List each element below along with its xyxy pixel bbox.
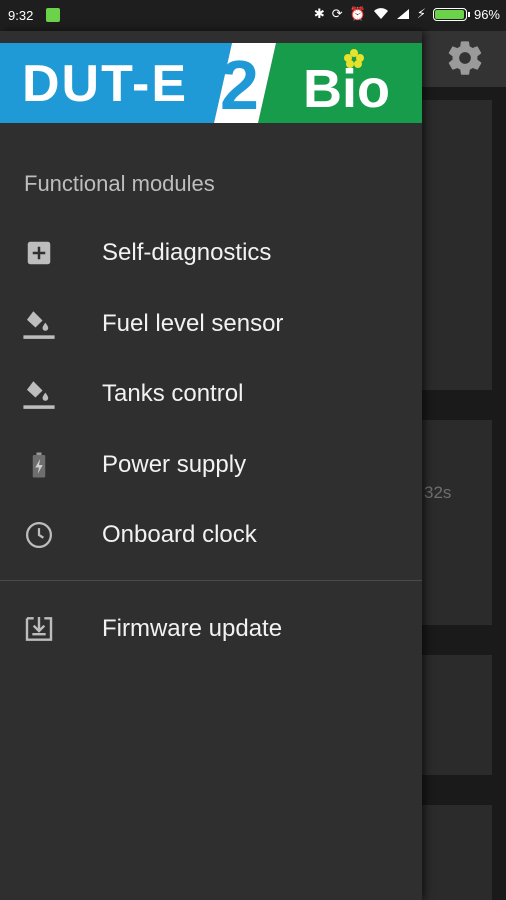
logo-text-middle: 2 (220, 46, 259, 123)
menu-item-label: Fuel level sensor (102, 310, 284, 337)
logo-text-left: DUT-E (22, 55, 188, 113)
paint-bucket-icon (22, 377, 56, 411)
menu-item-self-diagnostics[interactable]: Self-diagnostics (0, 218, 422, 288)
menu-item-label: Firmware update (102, 615, 283, 642)
menu-item-onboard-clock[interactable]: Onboard clock (0, 500, 422, 570)
background-card (422, 420, 492, 625)
menu-item-firmware-update[interactable]: Firmware update (0, 594, 422, 664)
screen: 32s 9:32 ✱ ⟳ ⏰ ⚡ 96% DUT-E 2 Bio Functio… (0, 0, 506, 900)
battery-icon (432, 7, 470, 21)
app-logo: DUT-E 2 Bio (0, 43, 422, 123)
status-time: 9:32 (8, 8, 34, 23)
menu-item-label: Onboard clock (102, 521, 257, 548)
clock-icon (22, 518, 56, 552)
alarm-icon: ⏰ (349, 6, 366, 21)
paint-bucket-icon (22, 307, 56, 341)
settings-gear-icon[interactable] (445, 38, 485, 78)
navigation-drawer: DUT-E 2 Bio Functional modules Self-diag… (0, 31, 422, 900)
plus-box-icon (22, 236, 56, 270)
status-icons: ✱ ⟳ ⏰ ⚡ 96% (314, 6, 500, 22)
status-bar: 9:32 ✱ ⟳ ⏰ ⚡ 96% (0, 0, 506, 31)
logo-text-right: Bio (303, 59, 390, 119)
menu-divider (0, 580, 422, 581)
section-title: Functional modules (24, 171, 215, 196)
background-card (422, 100, 492, 390)
menu-item-tanks-control[interactable]: Tanks control (0, 359, 422, 429)
rotation-icon: ⟳ (331, 6, 343, 21)
battery-percent: 96% (473, 6, 500, 22)
bluetooth-icon: ✱ (313, 6, 325, 21)
wifi-icon (373, 8, 388, 19)
signal-icon (396, 9, 409, 19)
menu-item-label: Power supply (102, 451, 247, 478)
notification-icon (46, 8, 60, 22)
battery-charging-icon (22, 448, 56, 482)
menu-item-label: Self-diagnostics (102, 239, 272, 266)
background-card (422, 805, 492, 900)
menu-item-fuel-level-sensor[interactable]: Fuel level sensor (0, 289, 422, 359)
background-card (422, 655, 492, 775)
menu-item-power-supply[interactable]: Power supply (0, 430, 422, 500)
charging-icon: ⚡ (416, 6, 426, 21)
menu-item-label: Tanks control (102, 380, 244, 407)
background-text: 32s (424, 483, 452, 502)
download-icon (22, 612, 56, 646)
